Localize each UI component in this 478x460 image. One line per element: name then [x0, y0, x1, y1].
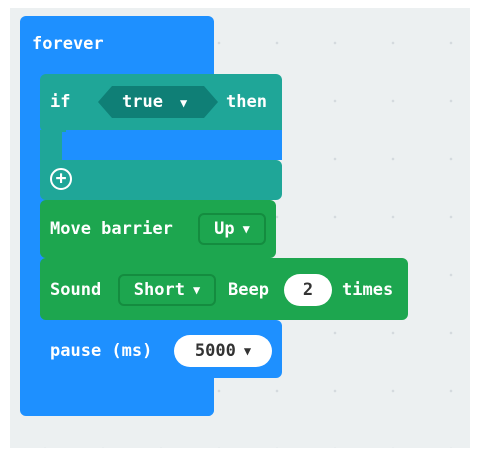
forever-block-footer[interactable]	[38, 374, 214, 416]
chevron-down-icon: ▼	[242, 222, 250, 236]
direction-value: Up	[214, 219, 235, 239]
sound-type-value: Short	[133, 280, 185, 300]
pause-duration-value: 5000	[194, 341, 236, 361]
if-statement-slot	[66, 130, 282, 160]
direction-dropdown[interactable]: Up ▼	[198, 213, 266, 245]
chevron-down-icon: ▼	[192, 283, 201, 297]
sound-label: Sound	[50, 280, 102, 300]
times-label: times	[342, 280, 394, 300]
move-barrier-label: Move barrier	[50, 219, 173, 239]
beep-label: Beep	[228, 280, 269, 300]
beep-count-input[interactable]: 2	[284, 274, 332, 306]
pause-duration-dropdown[interactable]: 5000 ▼	[174, 335, 272, 367]
chevron-down-icon: ▼	[243, 344, 252, 358]
pause-label: pause (ms)	[50, 341, 153, 361]
beep-count-value: 2	[302, 280, 314, 300]
condition-value: true	[122, 92, 163, 112]
sound-type-dropdown[interactable]: Short ▼	[118, 274, 216, 306]
chevron-down-icon: ▼	[180, 96, 188, 110]
if-label: if	[50, 92, 71, 112]
if-block-footer[interactable]	[40, 160, 282, 200]
then-label: then	[226, 92, 267, 112]
add-symbol: +	[55, 168, 67, 189]
add-circle-icon[interactable]: +	[50, 168, 72, 190]
forever-label: forever	[32, 34, 104, 54]
